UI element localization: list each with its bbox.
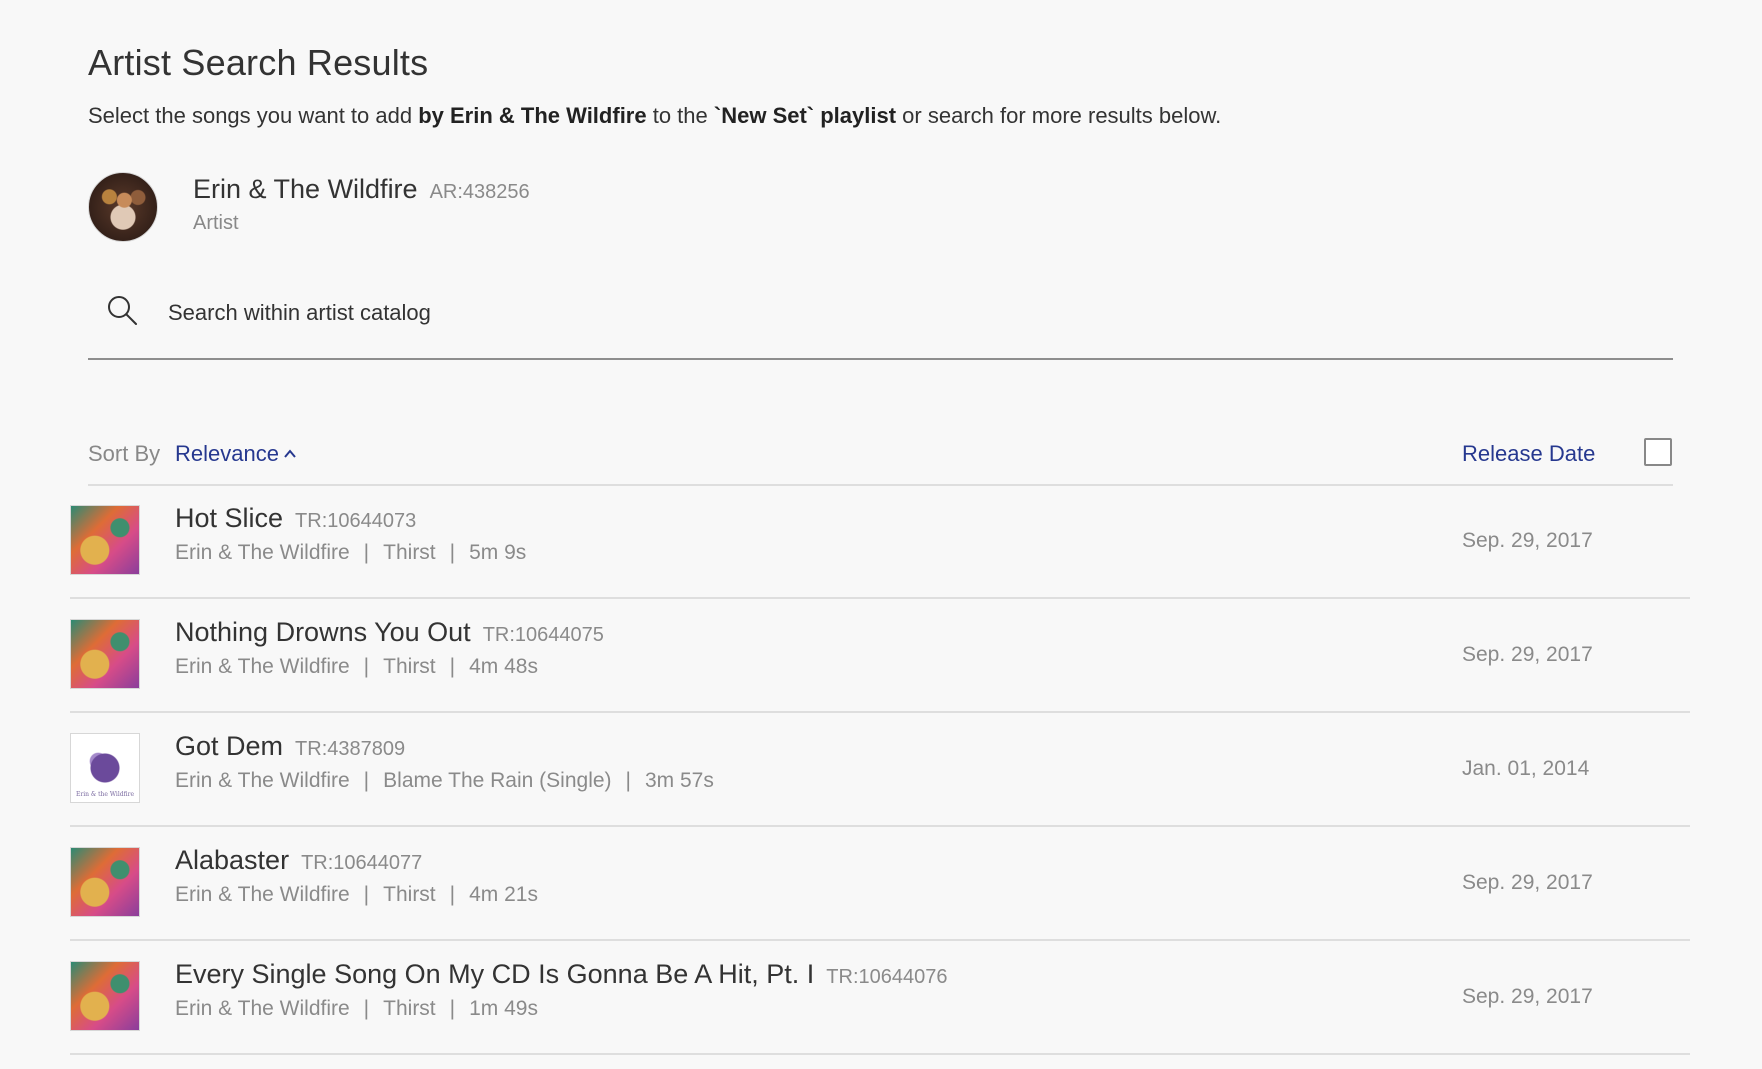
artist-name-line: Erin & The Wildfire AR:438256	[193, 174, 530, 205]
track-title-line: Alabaster TR:10644077	[175, 845, 422, 876]
sort-label: Sort By	[88, 441, 161, 466]
track-title-line: Got Dem TR:4387809	[175, 731, 405, 762]
album-art: Erin & the Wildfire	[70, 733, 140, 803]
meta-separator: |	[449, 883, 456, 906]
select-all-checkbox[interactable]	[1644, 438, 1672, 466]
track-release-date: Sep. 29, 2017	[1462, 985, 1593, 1008]
track-album: Blame The Rain (Single)	[383, 769, 612, 792]
track-title-line: Every Single Song On My CD Is Gonna Be A…	[175, 959, 948, 990]
sort-relevance-button[interactable]: Relevance	[175, 441, 297, 467]
subtitle-text-3: or search for more results below.	[896, 103, 1222, 128]
track-code: TR:10644073	[295, 510, 417, 532]
release-date-sort-button[interactable]: Release Date	[1462, 441, 1595, 467]
track-artist: Erin & The Wildfire	[175, 883, 350, 906]
track-code: TR:10644077	[301, 852, 423, 874]
meta-separator: |	[449, 541, 456, 564]
track-title-line: Nothing Drowns You Out TR:10644075	[175, 617, 604, 648]
track-row[interactable]: Every Single Song On My CD Is Gonna Be A…	[70, 941, 1690, 1055]
subtitle-text-2: to the	[646, 103, 714, 128]
artist-card: Erin & The Wildfire AR:438256 Artist	[88, 172, 888, 244]
track-code: TR:10644075	[482, 624, 604, 646]
track-title: Every Single Song On My CD Is Gonna Be A…	[175, 959, 815, 989]
search-icon[interactable]	[106, 294, 138, 326]
track-row[interactable]: Alabaster TR:10644077 Erin & The Wildfire |…	[70, 827, 1690, 941]
artist-avatar	[88, 172, 158, 242]
catalog-search	[88, 280, 1673, 360]
track-artist: Erin & The Wildfire	[175, 997, 350, 1020]
meta-separator: |	[363, 769, 370, 792]
track-release-date: Sep. 29, 2017	[1462, 643, 1593, 666]
track-album: Thirst	[383, 997, 436, 1020]
album-art	[70, 847, 140, 917]
track-album: Thirst	[383, 541, 436, 564]
track-duration: 4m 21s	[469, 883, 538, 906]
track-release-date: Sep. 29, 2017	[1462, 529, 1593, 552]
track-code: TR:10644076	[826, 966, 948, 988]
track-title-line: Hot Slice TR:10644073	[175, 503, 416, 534]
sort-bar: Sort By Relevance Release Date	[88, 436, 1673, 486]
track-meta: Erin & The Wildfire | Blame The Rain (Sing…	[175, 769, 714, 793]
track-duration: 3m 57s	[645, 769, 714, 792]
artist-code: AR:438256	[429, 181, 530, 203]
track-meta: Erin & The Wildfire | Thirst | 1m 49s	[175, 997, 538, 1021]
track-album: Thirst	[383, 883, 436, 906]
track-code: TR:4387809	[295, 738, 406, 760]
meta-separator: |	[363, 997, 370, 1020]
sort-value-label: Relevance	[175, 441, 279, 466]
subtitle-text-1: Select the songs you want to add	[88, 103, 419, 128]
meta-separator: |	[363, 883, 370, 906]
track-duration: 1m 49s	[469, 997, 538, 1020]
artist-name: Erin & The Wildfire	[193, 174, 418, 204]
page-subtitle: Select the songs you want to add by Erin…	[88, 103, 1221, 129]
track-title: Alabaster	[175, 845, 290, 875]
track-title: Nothing Drowns You Out	[175, 617, 471, 647]
album-art	[70, 961, 140, 1031]
meta-separator: |	[363, 541, 370, 564]
track-artist: Erin & The Wildfire	[175, 541, 350, 564]
track-duration: 5m 9s	[469, 541, 527, 564]
subtitle-artist: by Erin & The Wildfire	[418, 103, 647, 128]
track-meta: Erin & The Wildfire | Thirst | 4m 21s	[175, 883, 538, 907]
track-row[interactable]: Nothing Drowns You Out TR:10644075 Erin & …	[70, 599, 1690, 713]
chevron-up-icon	[284, 449, 296, 458]
track-album: Thirst	[383, 655, 436, 678]
album-art	[70, 505, 140, 575]
album-art	[70, 619, 140, 689]
track-meta: Erin & The Wildfire | Thirst | 4m 48s	[175, 655, 538, 679]
artist-type: Artist	[193, 212, 239, 234]
meta-separator: |	[625, 769, 631, 792]
subtitle-playlist: `New Set` playlist	[713, 103, 897, 128]
track-release-date: Sep. 29, 2017	[1462, 871, 1593, 894]
track-duration: 4m 48s	[469, 655, 538, 678]
album-art-caption: Erin & the Wildfire	[75, 791, 135, 798]
meta-separator: |	[363, 655, 370, 678]
search-input[interactable]	[166, 294, 1570, 332]
track-artist: Erin & The Wildfire	[175, 769, 350, 792]
track-row[interactable]: Hot Slice TR:10644073 Erin & The Wildfire |…	[70, 485, 1690, 599]
meta-separator: |	[449, 655, 456, 678]
meta-separator: |	[449, 997, 456, 1020]
track-meta: Erin & The Wildfire | Thirst | 5m 9s	[175, 541, 526, 565]
track-title: Hot Slice	[175, 503, 284, 533]
page-title: Artist Search Results	[88, 42, 429, 83]
track-artist: Erin & The Wildfire	[175, 655, 350, 678]
track-list: Hot Slice TR:10644073 Erin & The Wildfire |…	[70, 485, 1690, 1055]
track-title: Got Dem	[175, 731, 284, 761]
track-row[interactable]: Erin & the Wildfire Got Dem TR:4387809 Erin…	[70, 713, 1690, 827]
track-release-date: Jan. 01, 2014	[1462, 757, 1590, 780]
